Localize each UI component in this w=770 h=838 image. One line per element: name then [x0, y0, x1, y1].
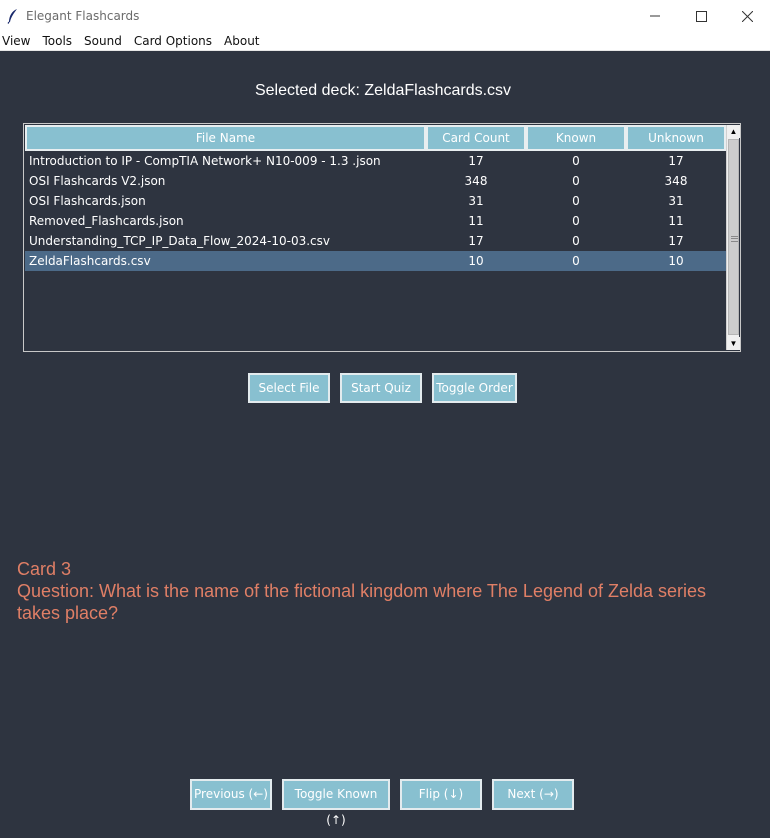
select-file-label: Select File	[258, 381, 320, 395]
minimize-icon[interactable]	[632, 0, 678, 32]
table-row[interactable]: OSI Flashcards V2.json 348 0 348	[25, 171, 726, 191]
cell-file-name: Understanding_TCP_IP_Data_Flow_2024-10-0…	[29, 234, 330, 248]
cell-card-count: 17	[468, 234, 484, 248]
title-bar: Elegant Flashcards	[0, 0, 770, 32]
card-question: Question: What is the name of the fictio…	[17, 581, 707, 623]
cell-file-name: Introduction to IP - CompTIA Network+ N1…	[29, 154, 381, 168]
toggle-order-button[interactable]: Toggle Order	[432, 373, 517, 403]
window-title: Elegant Flashcards	[26, 9, 140, 23]
flip-label: Flip (↓)	[418, 787, 464, 801]
table-header: File Name Card Count Known Unknown	[25, 125, 726, 151]
cell-unknown: 17	[668, 234, 684, 248]
table-row[interactable]: Understanding_TCP_IP_Data_Flow_2024-10-0…	[25, 231, 726, 251]
table-body: Introduction to IP - CompTIA Network+ N1…	[25, 151, 726, 271]
column-header-unknown[interactable]: Unknown	[626, 125, 726, 151]
toggle-known-button[interactable]: Toggle Known (↑)	[282, 779, 390, 827]
scroll-up-icon[interactable]: ▲	[727, 125, 740, 138]
cell-unknown: 10	[668, 254, 684, 268]
column-header-card-count[interactable]: Card Count	[426, 125, 526, 151]
previous-button[interactable]: Previous (←)	[190, 779, 272, 810]
column-header-file-name[interactable]: File Name	[25, 125, 426, 151]
maximize-icon[interactable]	[678, 0, 724, 32]
menu-bar: View Tools Sound Card Options About	[0, 32, 770, 51]
scrollbar-grip-icon	[731, 236, 738, 242]
card-number: Card 3	[17, 559, 72, 579]
cell-card-count: 31	[468, 194, 484, 208]
cell-file-name: OSI Flashcards V2.json	[29, 174, 166, 188]
close-icon[interactable]	[724, 0, 770, 32]
cell-known: 0	[572, 154, 580, 168]
cell-known: 0	[572, 214, 580, 228]
cell-card-count: 11	[468, 214, 484, 228]
scrollbar-thumb[interactable]	[728, 139, 739, 335]
cell-unknown: 17	[668, 154, 684, 168]
toggle-known-label: Toggle Known (↑)	[294, 787, 378, 827]
next-label: Next (→)	[507, 787, 559, 801]
cell-known: 0	[572, 234, 580, 248]
table-row-selected[interactable]: ZeldaFlashcards.csv 10 0 10	[25, 251, 726, 271]
cell-file-name: OSI Flashcards.json	[29, 194, 146, 208]
cell-file-name: ZeldaFlashcards.csv	[29, 254, 151, 268]
selected-deck-label: Selected deck: ZeldaFlashcards.csv	[254, 82, 512, 99]
start-quiz-button[interactable]: Start Quiz	[340, 373, 422, 403]
table-scrollbar[interactable]: ▲ ▼	[726, 125, 740, 350]
cell-known: 0	[572, 254, 580, 268]
flip-button[interactable]: Flip (↓)	[400, 779, 482, 810]
scroll-down-icon[interactable]: ▼	[727, 337, 740, 350]
cell-known: 0	[572, 174, 580, 188]
menu-about[interactable]: About	[222, 34, 266, 48]
cell-card-count: 348	[464, 174, 488, 188]
table-row[interactable]: Removed_Flashcards.json 11 0 11	[25, 211, 726, 231]
cell-unknown: 348	[664, 174, 688, 188]
table-row[interactable]: Introduction to IP - CompTIA Network+ N1…	[25, 151, 726, 171]
menu-view[interactable]: View	[0, 34, 37, 48]
menu-card-options[interactable]: Card Options	[132, 34, 219, 48]
cell-card-count: 10	[468, 254, 484, 268]
cell-file-name: Removed_Flashcards.json	[29, 214, 184, 228]
start-quiz-label: Start Quiz	[351, 381, 411, 395]
column-header-known[interactable]: Known	[526, 125, 626, 151]
cell-unknown: 11	[668, 214, 684, 228]
next-button[interactable]: Next (→)	[492, 779, 574, 810]
feather-icon	[2, 0, 24, 32]
menu-sound[interactable]: Sound	[82, 34, 129, 48]
select-file-button[interactable]: Select File	[248, 373, 330, 403]
previous-label: Previous (←)	[194, 787, 268, 801]
cell-card-count: 17	[468, 154, 484, 168]
card-display: Card 3 Question: What is the name of the…	[17, 558, 737, 624]
toggle-order-label: Toggle Order	[436, 381, 513, 395]
cell-known: 0	[572, 194, 580, 208]
deck-table: File Name Card Count Known Unknown Intro…	[23, 123, 741, 352]
table-row[interactable]: OSI Flashcards.json 31 0 31	[25, 191, 726, 211]
cell-unknown: 31	[668, 194, 684, 208]
menu-tools[interactable]: Tools	[40, 34, 79, 48]
